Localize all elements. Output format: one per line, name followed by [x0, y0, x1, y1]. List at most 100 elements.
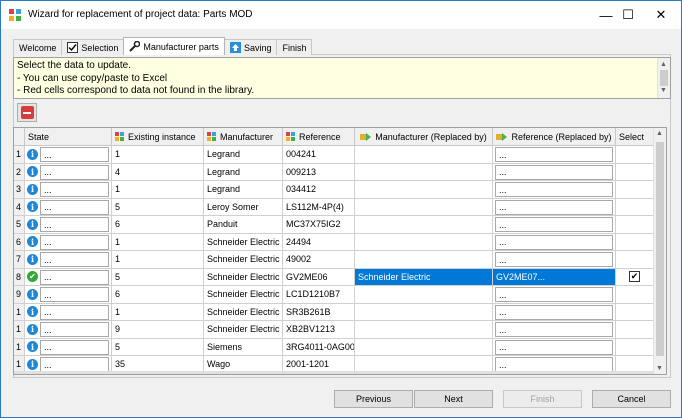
reference-cell[interactable]: 3RG4011-0AG00 [283, 338, 355, 356]
reference-replaced-field[interactable]: ... [495, 199, 613, 215]
column-header-state[interactable]: State [25, 128, 112, 146]
manufacturer-cell[interactable]: Panduit [204, 216, 283, 234]
tab-welcome[interactable]: Welcome [13, 39, 63, 55]
reference-replaced-cell[interactable]: ... [493, 321, 616, 339]
reference-replaced-field[interactable]: ... [495, 357, 613, 372]
reference-cell[interactable]: SR3B261B [283, 303, 355, 321]
manufacturer-replaced-cell[interactable] [355, 321, 493, 339]
scroll-down-icon[interactable]: ▼ [656, 365, 663, 372]
previous-button[interactable]: Previous [334, 390, 413, 408]
table-row[interactable]: 1 i... 1 Schneider Electric SR3B261B... [14, 303, 666, 321]
instance-cell[interactable]: 6 [112, 286, 204, 304]
reference-replaced-cell[interactable]: ... [493, 338, 616, 356]
table-row[interactable]: 7 i... 1 Schneider Electric 49002... [14, 251, 666, 269]
manufacturer-cell[interactable]: Legrand [204, 163, 283, 181]
table-row[interactable]: 6 i... 1 Schneider Electric 24494... [14, 233, 666, 251]
scroll-down-icon[interactable]: ▼ [660, 85, 667, 98]
reference-cell[interactable]: 004241 [283, 146, 355, 164]
table-row[interactable]: 3 i... 1 Legrand 034412... [14, 181, 666, 199]
instance-cell[interactable]: 9 [112, 321, 204, 339]
reference-replaced-cell[interactable]: ... [493, 303, 616, 321]
manufacturer-replaced-cell[interactable] [355, 233, 493, 251]
select-cell[interactable] [616, 163, 654, 181]
reference-replaced-cell[interactable]: ... [493, 251, 616, 269]
manufacturer-cell[interactable]: Siemens [204, 338, 283, 356]
row-number[interactable]: 7 [14, 251, 25, 269]
state-cell[interactable]: i... [25, 216, 112, 234]
manufacturer-cell[interactable]: Legrand [204, 146, 283, 164]
state-field[interactable]: ... [40, 339, 109, 355]
row-number[interactable]: 1 [14, 146, 25, 164]
manufacturer-replaced-cell[interactable]: Schneider Electric [355, 268, 493, 286]
state-cell[interactable]: i... [25, 233, 112, 251]
manufacturer-cell[interactable]: Legrand [204, 181, 283, 199]
state-cell[interactable]: i... [25, 321, 112, 339]
scroll-up-icon[interactable]: ▲ [656, 130, 663, 137]
select-cell[interactable] [616, 321, 654, 339]
column-header-manufacturer[interactable]: Manufacturer [204, 128, 283, 146]
row-number[interactable]: 4 [14, 198, 25, 216]
select-cell[interactable] [616, 198, 654, 216]
reference-replaced-field[interactable]: ... [495, 339, 613, 355]
reference-cell[interactable]: GV2ME06 [283, 268, 355, 286]
state-cell[interactable]: i... [25, 163, 112, 181]
state-field[interactable]: ... [40, 287, 109, 302]
column-header-instance[interactable]: Existing instance [112, 128, 204, 146]
manufacturer-replaced-cell[interactable] [355, 198, 493, 216]
reference-replaced-cell[interactable]: ... [493, 286, 616, 304]
cancel-button[interactable]: Cancel [592, 390, 671, 408]
state-field[interactable]: ... [40, 234, 109, 250]
reference-replaced-field[interactable]: ... [495, 234, 613, 250]
state-cell[interactable]: i... [25, 251, 112, 269]
select-cell[interactable] [616, 233, 654, 251]
reference-replaced-cell[interactable]: ... [493, 163, 616, 181]
row-number[interactable]: 6 [14, 233, 25, 251]
reference-cell[interactable]: XB2BV1213 [283, 321, 355, 339]
select-cell[interactable] [616, 181, 654, 199]
select-cell[interactable] [616, 251, 654, 269]
select-cell[interactable] [616, 338, 654, 356]
reference-replaced-field[interactable]: ... [495, 147, 613, 162]
state-field[interactable]: ... [40, 322, 109, 337]
next-button[interactable]: Next [414, 390, 493, 408]
select-cell[interactable] [616, 146, 654, 164]
reference-replaced-field[interactable]: ... [495, 252, 613, 267]
tab-selection[interactable]: Selection [61, 39, 125, 55]
column-header-select[interactable]: Select [616, 128, 654, 146]
row-number[interactable]: 3 [14, 181, 25, 199]
reference-replaced-cell[interactable]: ... [493, 198, 616, 216]
horizontal-scrollbar[interactable] [14, 371, 654, 374]
reference-replaced-field[interactable]: ... [495, 287, 613, 302]
reference-replaced-field[interactable]: ... [495, 322, 613, 337]
state-cell[interactable]: i... [25, 181, 112, 199]
state-field[interactable]: ... [40, 147, 109, 162]
manufacturer-replaced-cell[interactable] [355, 303, 493, 321]
delete-row-button[interactable] [17, 103, 37, 122]
select-cell[interactable] [616, 286, 654, 304]
state-cell[interactable]: i... [25, 286, 112, 304]
table-row[interactable]: 1 i... 1 Legrand 004241... [14, 146, 666, 164]
manufacturer-replaced-cell[interactable] [355, 216, 493, 234]
state-field[interactable]: ... [40, 269, 109, 285]
state-field[interactable]: ... [40, 304, 109, 320]
close-button[interactable]: ✕ [641, 1, 681, 29]
instance-cell[interactable]: 6 [112, 216, 204, 234]
state-field[interactable]: ... [40, 217, 109, 232]
state-field[interactable]: ... [40, 182, 109, 197]
row-number[interactable]: 8 [14, 268, 25, 286]
state-cell[interactable]: i... [25, 198, 112, 216]
reference-cell[interactable]: 009213 [283, 163, 355, 181]
tab-finish[interactable]: Finish [276, 39, 313, 55]
row-number[interactable]: 1 [14, 321, 25, 339]
reference-replaced-field[interactable]: ... [495, 164, 613, 180]
manufacturer-replaced-cell[interactable] [355, 286, 493, 304]
state-field[interactable]: ... [40, 357, 109, 372]
scroll-thumb[interactable] [656, 142, 664, 356]
table-row[interactable]: 8 ✔... 5 Schneider Electric GV2ME06 Schneider… [14, 268, 666, 286]
column-header-reference[interactable]: Reference [283, 128, 355, 146]
table-row[interactable]: 2 i... 4 Legrand 009213... [14, 163, 666, 181]
instance-cell[interactable]: 5 [112, 268, 204, 286]
manufacturer-cell[interactable]: Schneider Electric [204, 251, 283, 269]
state-cell[interactable]: i... [25, 303, 112, 321]
select-cell[interactable] [616, 303, 654, 321]
